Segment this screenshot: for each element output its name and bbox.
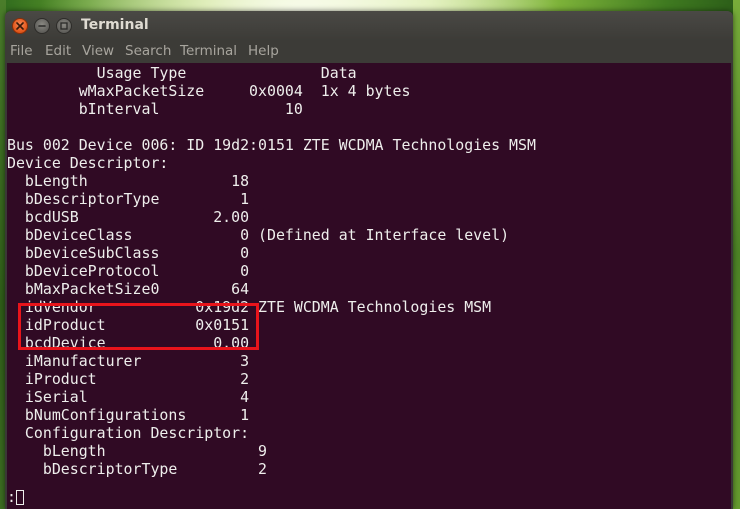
pager-prompt: : <box>7 488 16 506</box>
terminal-line: iSerial 4 <box>7 388 250 406</box>
menu-file[interactable]: File <box>10 43 33 59</box>
menu-help[interactable]: Help <box>248 43 279 59</box>
desktop-background-right <box>733 0 740 509</box>
terminal-line: wMaxPacketSize 0x0004 1x 4 bytes <box>7 82 411 100</box>
terminal-line: bDeviceSubClass 0 <box>7 244 250 262</box>
terminal-line: Usage Type Data <box>7 64 357 82</box>
terminal-output[interactable]: Usage Type Data wMaxPacketSize 0x0004 1x… <box>7 63 731 509</box>
close-button[interactable] <box>12 18 28 34</box>
menu-view[interactable]: View <box>82 43 114 59</box>
terminal-line: bNumConfigurations 1 <box>7 406 250 424</box>
terminal-line: bInterval 10 <box>7 100 303 118</box>
terminal-line: bDeviceProtocol 0 <box>7 262 250 280</box>
menu-bar: File Edit View Search Terminal Help <box>5 41 733 63</box>
terminal-line: iManufacturer 3 <box>7 352 250 370</box>
highlight-box <box>18 303 259 350</box>
terminal-line: bLength 18 <box>7 172 250 190</box>
terminal-line: bLength 9 <box>7 442 267 460</box>
maximize-icon <box>60 22 68 30</box>
menu-search[interactable]: Search <box>125 43 171 59</box>
terminal-line: Device Descriptor: <box>7 154 169 172</box>
terminal-line: iProduct 2 <box>7 370 250 388</box>
terminal-line: bDeviceClass 0 (Defined at Interface lev… <box>7 226 510 244</box>
menu-edit[interactable]: Edit <box>45 43 71 59</box>
terminal-line: bcdUSB 2.00 <box>7 208 250 226</box>
menu-terminal[interactable]: Terminal <box>180 43 237 59</box>
terminal-window: Terminal File Edit View Search Terminal … <box>5 11 733 509</box>
window-titlebar[interactable]: Terminal <box>5 11 733 41</box>
close-icon <box>16 22 24 30</box>
terminal-line: bMaxPacketSize0 64 <box>7 280 250 298</box>
window-title: Terminal <box>81 17 149 33</box>
minimize-button[interactable] <box>34 18 50 34</box>
terminal-line: Bus 002 Device 006: ID 19d2:0151 ZTE WCD… <box>7 136 536 154</box>
minimize-icon <box>38 25 46 27</box>
text-cursor <box>16 490 24 505</box>
maximize-button[interactable] <box>56 18 72 34</box>
terminal-line: bDescriptorType 2 <box>7 460 267 478</box>
terminal-line: bDescriptorType 1 <box>7 190 250 208</box>
terminal-line: Configuration Descriptor: <box>7 424 250 442</box>
